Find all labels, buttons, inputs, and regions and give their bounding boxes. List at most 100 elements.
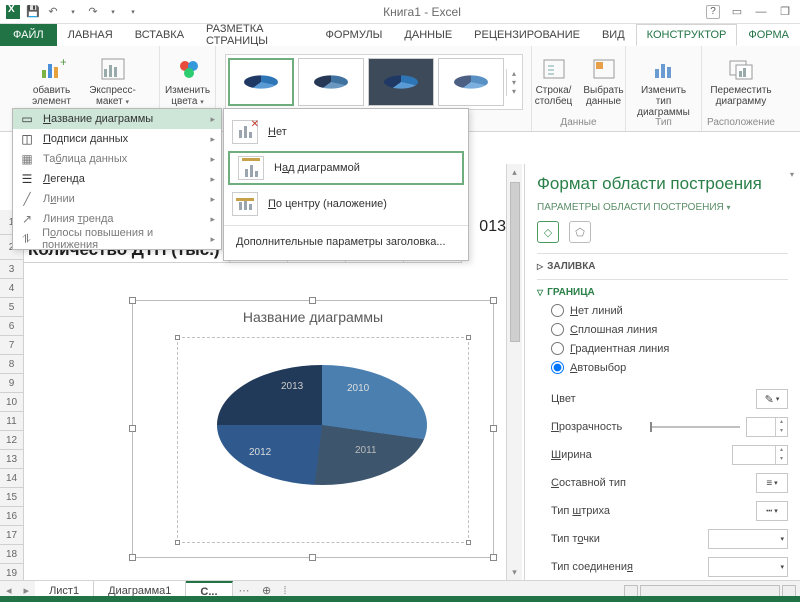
row-header[interactable]: 6	[0, 317, 23, 336]
hscroll-thumb[interactable]	[640, 585, 780, 597]
pie-3d[interactable]: 2010 2011 2012 2013	[217, 365, 427, 505]
section-border[interactable]: ▽ГРАНИЦА	[537, 284, 788, 301]
menu-data-labels[interactable]: ◫ Подписи данных▸	[13, 129, 221, 149]
radio-no-line[interactable]: ННет линийет линий	[537, 301, 788, 320]
resize-handle[interactable]	[129, 425, 136, 432]
save-icon[interactable]: 💾	[26, 5, 40, 19]
submenu-above-chart[interactable]: Над диаграммой	[228, 151, 464, 185]
row-header[interactable]: 4	[0, 279, 23, 298]
row-header[interactable]: 12	[0, 431, 23, 450]
qat-customize-icon[interactable]: ▾	[126, 5, 140, 19]
switch-row-column-button[interactable]: Строка/ столбец	[532, 50, 576, 112]
row-header[interactable]: 9	[0, 374, 23, 393]
submenu-none[interactable]: ✕ Нет	[224, 115, 468, 149]
radio-gradient-line[interactable]: Градиентная линия	[537, 339, 788, 358]
tab-data[interactable]: ДАННЫЕ	[393, 24, 463, 46]
tab-design[interactable]: КОНСТРУКТОР	[636, 24, 738, 46]
effects-tab-icon[interactable]: ⬠	[569, 221, 591, 243]
minimize-icon[interactable]: —	[754, 5, 768, 19]
change-colors-button[interactable]: Изменитьцвета ▾	[164, 50, 212, 113]
dash-picker[interactable]: ┅▾	[756, 501, 788, 521]
plot-handle[interactable]	[466, 335, 471, 340]
resize-handle[interactable]	[129, 554, 136, 561]
quick-layout-button[interactable]: Экспресс-макет ▾	[88, 50, 138, 113]
submenu-more-options[interactable]: Дополнительные параметры заголовка...	[224, 230, 468, 254]
chart-title[interactable]: Название диаграммы	[133, 309, 493, 325]
hscroll-left-icon[interactable]	[624, 585, 638, 597]
plot-handle[interactable]	[175, 335, 180, 340]
compound-picker[interactable]: ≡▾	[756, 473, 788, 493]
menu-legend[interactable]: ☰ Легенда▸	[13, 169, 221, 189]
undo-dropdown-icon[interactable]: ▾	[66, 5, 80, 19]
scroll-up-icon[interactable]: ▴	[507, 164, 522, 180]
tab-formulas[interactable]: ФОРМУЛЫ	[315, 24, 394, 46]
section-fill[interactable]: ▷ЗАЛИВКА	[537, 258, 788, 275]
row-header[interactable]: 17	[0, 526, 23, 545]
row-header[interactable]: 13	[0, 450, 23, 469]
row-header[interactable]: 11	[0, 412, 23, 431]
styles-more-icon[interactable]: ▾	[507, 87, 522, 96]
tab-insert[interactable]: ВСТАВКА	[124, 24, 195, 46]
width-spinner[interactable]: ▴▾	[732, 445, 788, 465]
chart-styles-gallery[interactable]: ▴ ▾ ▾	[225, 54, 523, 110]
submenu-centered-overlay[interactable]: По центру (наложение)	[224, 187, 468, 221]
styles-up-icon[interactable]: ▴	[507, 69, 522, 78]
row-header[interactable]: 3	[0, 260, 23, 279]
styles-down-icon[interactable]: ▾	[507, 78, 522, 87]
row-header[interactable]: 5	[0, 298, 23, 317]
scroll-down-icon[interactable]: ▾	[507, 564, 522, 580]
row-header[interactable]: 18	[0, 545, 23, 564]
transparency-spinner[interactable]: ▴▾	[746, 417, 788, 437]
resize-handle[interactable]	[129, 297, 136, 304]
resize-handle[interactable]	[490, 297, 497, 304]
cap-picker[interactable]: ▾	[708, 529, 788, 549]
scroll-thumb[interactable]	[510, 182, 520, 342]
join-picker[interactable]: ▾	[708, 557, 788, 577]
menu-chart-title[interactable]: ▭ Название диаграммы▸	[13, 109, 221, 129]
change-chart-type-button[interactable]: Изменить тип диаграммы	[630, 50, 698, 123]
radio-automatic[interactable]: Автовыбор	[537, 358, 788, 377]
select-data-button[interactable]: Выбрать данные	[582, 50, 626, 112]
row-header[interactable]: 14	[0, 469, 23, 488]
chart-style-3[interactable]	[368, 58, 434, 106]
ribbon-options-icon[interactable]: ▭	[730, 5, 744, 19]
color-picker[interactable]: ✎▾	[756, 389, 788, 409]
undo-icon[interactable]: ↶	[46, 5, 60, 19]
tab-file[interactable]: ФАЙЛ	[0, 24, 57, 46]
chart-object[interactable]: Название диаграммы 2010 2011 2012 2013	[132, 300, 494, 558]
chart-style-2[interactable]	[298, 58, 364, 106]
move-chart-button[interactable]: Переместить диаграмму	[706, 50, 776, 112]
help-icon[interactable]: ?	[706, 5, 720, 19]
horizontal-scrollbar[interactable]	[293, 585, 800, 597]
plot-handle[interactable]	[175, 540, 180, 545]
row-header[interactable]: 16	[0, 507, 23, 526]
chart-style-1[interactable]	[228, 58, 294, 106]
redo-dropdown-icon[interactable]: ▾	[106, 5, 120, 19]
hscroll-right-icon[interactable]	[782, 585, 796, 597]
resize-handle[interactable]	[490, 425, 497, 432]
resize-handle[interactable]	[309, 297, 316, 304]
row-header[interactable]: 8	[0, 355, 23, 374]
tab-split-icon[interactable]: ⁞	[278, 585, 293, 597]
tab-home[interactable]: ЛАВНАЯ	[57, 24, 124, 46]
excel-logo-icon	[6, 5, 20, 19]
restore-icon[interactable]: ❐	[778, 5, 792, 19]
chart-style-4[interactable]	[438, 58, 504, 106]
radio-solid-line[interactable]: Сплошная линия	[537, 320, 788, 339]
tab-view[interactable]: ВИД	[591, 24, 636, 46]
plot-handle[interactable]	[466, 540, 471, 545]
pane-dropdown-icon[interactable]: ▾	[790, 170, 794, 179]
row-header[interactable]: 10	[0, 393, 23, 412]
row-header[interactable]: 7	[0, 336, 23, 355]
tab-page-layout[interactable]: РАЗМЕТКА СТРАНИЦЫ	[195, 24, 314, 46]
tab-review[interactable]: РЕЦЕНЗИРОВАНИЕ	[463, 24, 591, 46]
tab-format[interactable]: ФОРМА	[737, 24, 800, 46]
redo-icon[interactable]: ↷	[86, 5, 100, 19]
transparency-slider[interactable]	[650, 426, 740, 428]
fill-line-tab-icon[interactable]: ◇	[537, 221, 559, 243]
format-pane-subtitle[interactable]: ПАРАМЕТРЫ ОБЛАСТИ ПОСТРОЕНИЯ ▾	[537, 202, 788, 213]
resize-handle[interactable]	[309, 554, 316, 561]
resize-handle[interactable]	[490, 554, 497, 561]
vertical-scrollbar[interactable]: ▴ ▾	[506, 164, 522, 580]
row-header[interactable]: 15	[0, 488, 23, 507]
